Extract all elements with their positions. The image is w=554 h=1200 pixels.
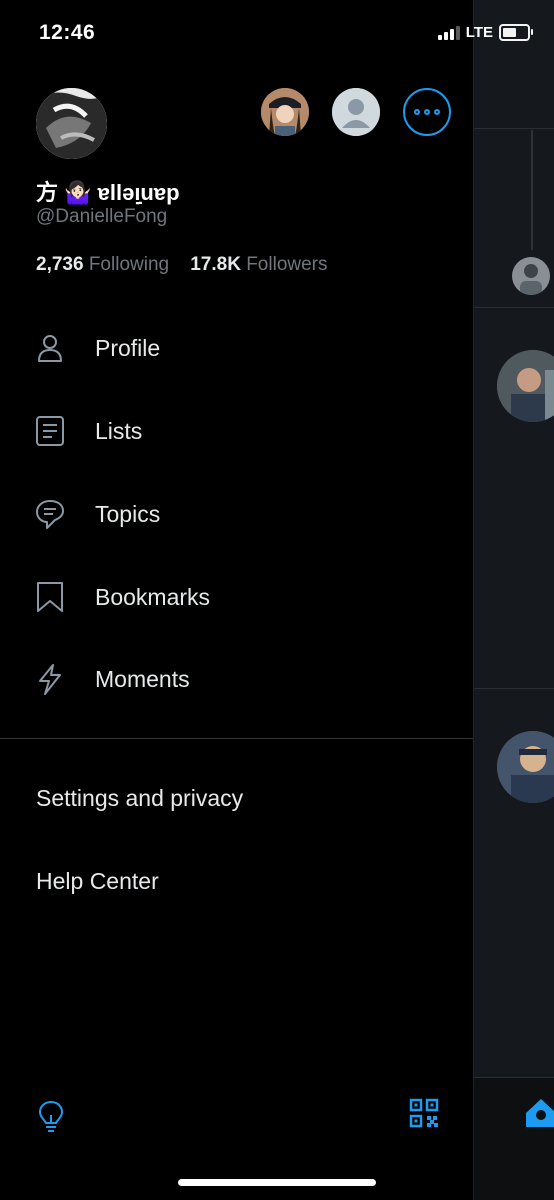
menu-item-moments[interactable]: Moments xyxy=(0,643,473,715)
menu-label: Topics xyxy=(95,500,161,527)
following-link[interactable]: 2,736 Following xyxy=(36,254,169,275)
menu-item-bookmarks[interactable]: Bookmarks xyxy=(0,561,473,633)
dot-icon xyxy=(414,109,420,115)
username-handle: @DanielleFong xyxy=(36,206,168,227)
menu-label: Profile xyxy=(95,334,161,361)
following-label: Following xyxy=(88,254,170,275)
dot-icon xyxy=(424,109,430,115)
followers-label: Followers xyxy=(246,254,328,275)
menu-divider xyxy=(0,738,473,739)
lightning-icon xyxy=(39,664,61,695)
navigation-drawer: 方 🤷🏻‍♀️ ɐllǝᴉ̣uɐp @DanielleFong 2,736 Fo… xyxy=(0,0,474,1200)
topics-icon xyxy=(36,500,64,529)
menu-label: Bookmarks xyxy=(95,583,211,610)
help-center-link[interactable]: Help Center xyxy=(36,868,159,895)
profile-avatar[interactable] xyxy=(36,88,107,159)
timeline-avatar[interactable] xyxy=(512,257,550,295)
status-indicators: LTE xyxy=(437,24,533,41)
network-label: LTE xyxy=(465,24,493,41)
qr-code-icon[interactable] xyxy=(409,1098,439,1128)
timeline-peek xyxy=(473,0,554,1200)
screen: 12:46 LTE xyxy=(0,0,554,1200)
menu-label: Lists xyxy=(95,417,143,444)
home-indicator[interactable] xyxy=(178,1179,376,1186)
menu-item-profile[interactable]: Profile xyxy=(0,312,473,384)
menu-item-lists[interactable]: Lists xyxy=(0,395,473,467)
display-name[interactable]: 方 🤷🏻‍♀️ ɐllǝᴉ̣uɐp xyxy=(36,175,180,207)
lightbulb-icon[interactable] xyxy=(37,1099,65,1133)
status-time: 12:46 xyxy=(39,21,96,44)
person-icon xyxy=(38,335,62,362)
list-icon xyxy=(36,416,64,446)
follow-stats: 2,736 Following 17.8K Followers xyxy=(36,254,328,276)
status-bar: 12:46 LTE xyxy=(0,0,554,70)
followers-count: 17.8K xyxy=(190,254,241,275)
signal-icon xyxy=(437,25,460,40)
account-switcher-avatar[interactable] xyxy=(261,88,309,136)
more-accounts-button[interactable] xyxy=(403,88,451,136)
following-count: 2,736 xyxy=(36,254,84,275)
settings-and-privacy-link[interactable]: Settings and privacy xyxy=(36,785,243,812)
menu-item-topics[interactable]: Topics xyxy=(0,478,473,550)
account-switcher-default-avatar[interactable] xyxy=(332,88,380,136)
menu-label: Moments xyxy=(95,665,190,692)
followers-link[interactable]: 17.8K Followers xyxy=(190,254,327,275)
bookmark-icon xyxy=(37,582,63,612)
battery-icon xyxy=(499,24,533,41)
home-icon[interactable] xyxy=(526,1093,554,1133)
dot-icon xyxy=(434,109,440,115)
